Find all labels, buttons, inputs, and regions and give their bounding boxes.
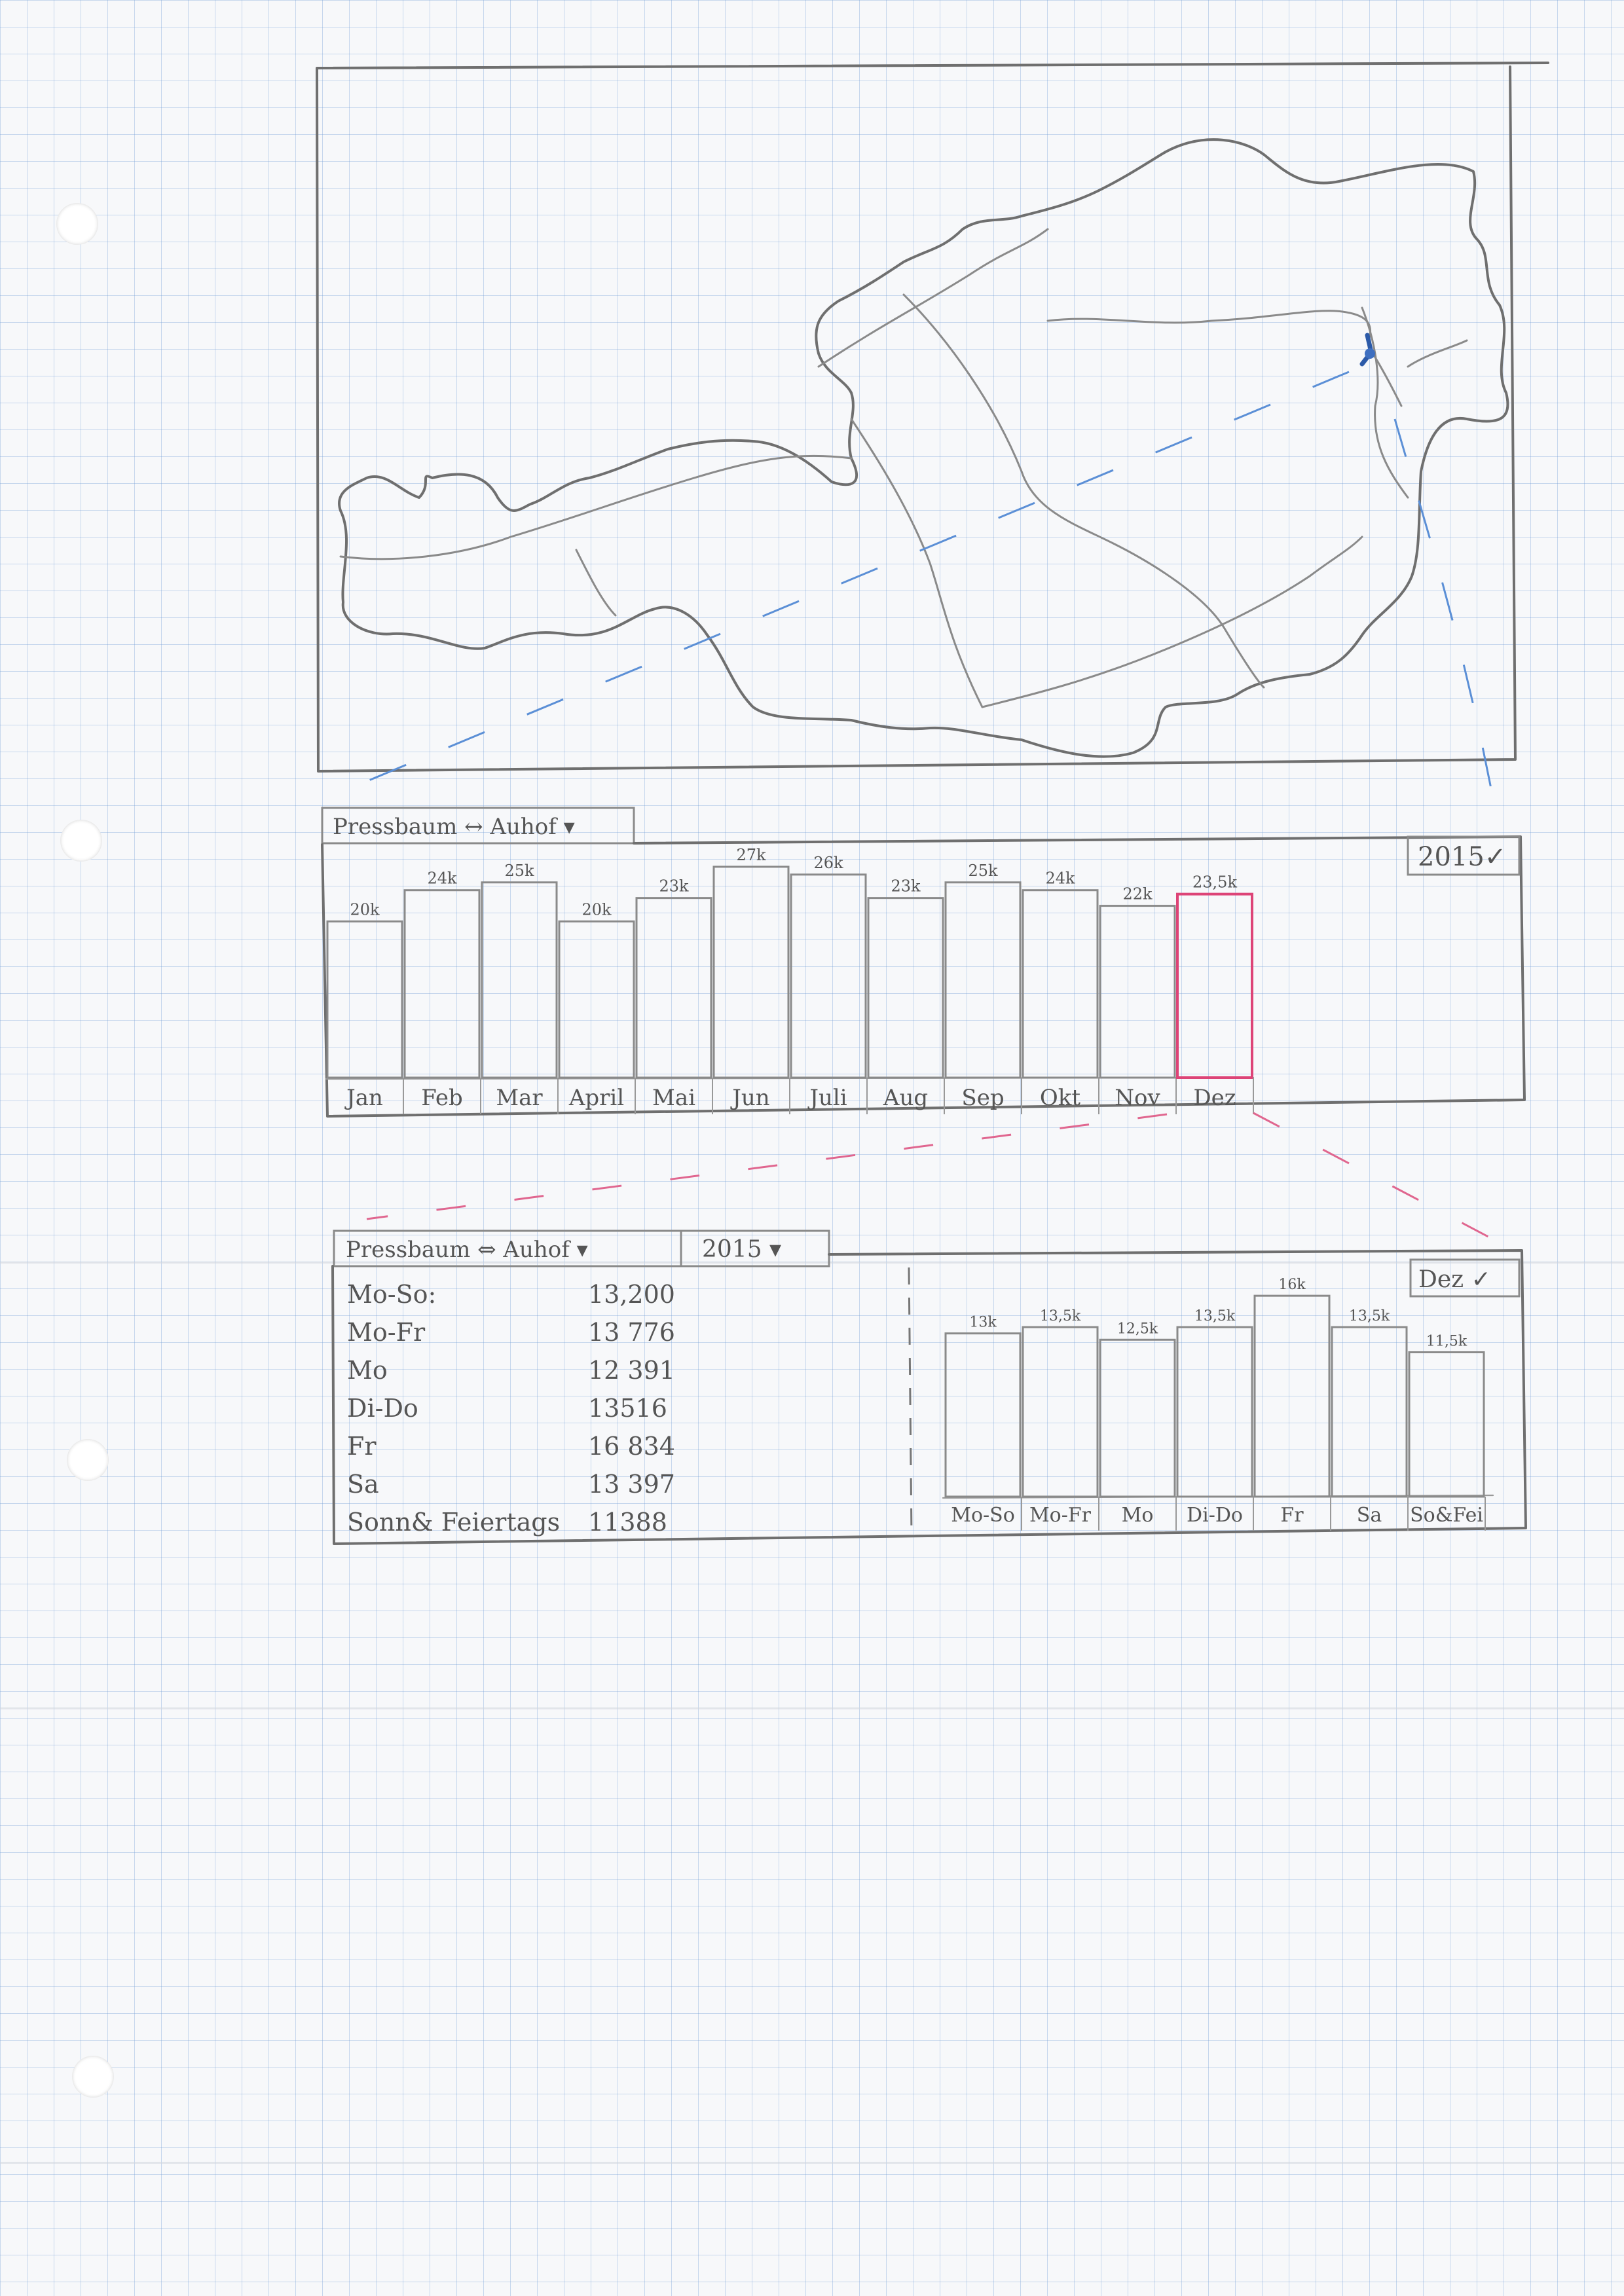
month-selector-label: Dez ✓ <box>1418 1266 1491 1293</box>
weekday-bar-value-label: 12,5k <box>1117 1321 1158 1337</box>
monthly-chart-frame <box>321 835 1526 1118</box>
weekday-tick-label: Di-Do <box>1187 1504 1243 1527</box>
zoom-connector <box>366 1113 1168 1220</box>
month-bar[interactable] <box>867 897 944 1079</box>
map-route-line <box>850 418 984 708</box>
month-tick-label: Aug <box>883 1085 928 1111</box>
month-tick-label: Dez <box>1193 1085 1236 1111</box>
weekday-bar[interactable] <box>1408 1351 1485 1498</box>
weekday-bar-value-label: 11,5k <box>1426 1333 1467 1349</box>
stats-row-label: Sonn& Feiertags <box>347 1508 560 1537</box>
month-tick-label: Mai <box>652 1085 695 1111</box>
map-route-line <box>575 549 617 617</box>
weekday-tick-label: Mo-Fr <box>1029 1504 1092 1527</box>
weekday-bar[interactable] <box>944 1332 1022 1498</box>
month-bar[interactable] <box>635 897 712 1079</box>
month-tick-label: Okt <box>1040 1085 1080 1111</box>
month-bar-value-label: 27k <box>736 846 766 864</box>
zoom-connector <box>1253 1112 1522 1256</box>
monthly-chart-panel: Pressbaum ↔ Auhof ▾ 2015✓ 20k Jan 24k Feb 25… <box>321 807 1526 1118</box>
stats-row-value: 13516 <box>588 1394 667 1423</box>
detail-panel-frame <box>331 1249 1527 1545</box>
month-tick-label: Juli <box>807 1085 847 1111</box>
year-selector-2-label: 2015 ▾ <box>702 1236 781 1263</box>
stats-row-label: Di-Do <box>347 1394 418 1423</box>
stats-row-value: 13 397 <box>588 1470 675 1499</box>
route-selector-1-label: Pressbaum ↔ Auhof ▾ <box>333 814 575 840</box>
weekday-tick-label: Mo <box>1122 1504 1154 1527</box>
map-route-line <box>1367 339 1468 407</box>
sketch-canvas: Pressbaum ↔ Auhof ▾ 2015✓ 20k Jan 24k Feb 25… <box>316 62 1549 1545</box>
year-selector-1-label: 2015✓ <box>1418 842 1506 872</box>
month-tick-label: Feb <box>421 1085 463 1111</box>
weekday-bar[interactable] <box>1176 1326 1253 1498</box>
map-route-line <box>339 454 853 560</box>
month-bar[interactable] <box>790 873 867 1079</box>
detail-divider <box>908 1267 913 1537</box>
month-tick-label: Sep <box>961 1085 1004 1111</box>
stats-row-value: 13,200 <box>588 1280 675 1309</box>
map-panel[interactable] <box>316 62 1549 799</box>
month-tick-label: Nov <box>1115 1085 1160 1111</box>
weekday-tick-label: Sa <box>1357 1504 1382 1527</box>
weekday-tick-label: Mo-So <box>951 1504 1015 1527</box>
map-to-chart-connector <box>1393 418 1494 799</box>
month-bar-value-label: 25k <box>504 862 534 880</box>
weekday-bar-value-label: 13,5k <box>1349 1308 1390 1324</box>
weekday-bars: 13k Mo-So 13,5k Mo-Fr 12,5k Mo 13,5k Di-Do 16k Fr… <box>944 1277 1486 1531</box>
month-bar-value-label: 24k <box>427 869 457 888</box>
stats-row-value: 16 834 <box>588 1432 675 1461</box>
month-bar[interactable] <box>944 881 1022 1079</box>
map-frame <box>316 62 1549 773</box>
monthly-bars: 20k Jan 24k Feb 25k Mar 20k April 23k Mai 27k Jun 26… <box>326 846 1254 1114</box>
month-tick-label: Mar <box>496 1085 543 1111</box>
weekday-bar-value-label: 13,5k <box>1040 1308 1081 1324</box>
month-bar[interactable] <box>558 920 635 1079</box>
map-route-line <box>1046 310 1372 342</box>
month-bar[interactable] <box>1099 905 1176 1079</box>
detail-panel: Pressbaum ⇔ Auhof ▾ 2015 ▾ Mo-So: 13,200M… <box>331 1230 1527 1545</box>
weekday-bar[interactable] <box>1253 1294 1331 1498</box>
stats-row-value: 11388 <box>588 1508 667 1537</box>
weekday-tick-label: So&Fei <box>1410 1504 1483 1527</box>
stats-row-label: Fr <box>347 1432 377 1461</box>
map-to-chart-connector <box>340 371 1350 793</box>
month-bar-value-label: 24k <box>1045 869 1075 888</box>
stats-row-label: Mo-Fr <box>347 1318 426 1347</box>
month-tick-label: Jun <box>730 1085 769 1111</box>
weekday-bar-value-label: 16k <box>1278 1277 1306 1293</box>
country-outline <box>338 138 1509 758</box>
stats-row-value: 12 391 <box>588 1356 675 1385</box>
weekday-bar[interactable] <box>1331 1326 1408 1498</box>
month-bar[interactable] <box>1022 889 1099 1079</box>
stats-row-label: Mo <box>347 1356 388 1385</box>
month-bar-value-label: 26k <box>813 854 843 872</box>
month-tick-label: Jan <box>344 1085 383 1111</box>
month-bar[interactable] <box>1176 892 1253 1080</box>
month-bar[interactable] <box>712 866 790 1079</box>
map-route-line <box>981 536 1363 708</box>
route-selector-2-label: Pressbaum ⇔ Auhof ▾ <box>346 1237 588 1263</box>
stats-row-value: 13 776 <box>588 1318 675 1347</box>
month-bar-value-label: 23k <box>891 877 921 896</box>
month-bar-value-label: 23,5k <box>1192 873 1237 892</box>
month-bar-value-label: 25k <box>968 862 998 880</box>
weekday-bar[interactable] <box>1022 1326 1099 1498</box>
month-bar[interactable] <box>403 889 481 1079</box>
map-route-line <box>902 293 1265 689</box>
weekday-bar-value-label: 13,5k <box>1194 1308 1236 1324</box>
weekday-bar[interactable] <box>1099 1338 1176 1498</box>
month-bar-value-label: 20k <box>350 900 380 919</box>
month-bar-value-label: 23k <box>659 877 689 896</box>
stats-row-label: Mo-So: <box>347 1280 436 1309</box>
weekday-tick-label: Fr <box>1280 1504 1304 1527</box>
month-bar-value-label: 22k <box>1122 885 1153 903</box>
month-bar[interactable] <box>326 920 403 1079</box>
stats-row-label: Sa <box>347 1470 379 1499</box>
weekday-bar-value-label: 13k <box>969 1315 997 1331</box>
month-bar[interactable] <box>481 881 558 1079</box>
month-tick-label: April <box>568 1085 624 1111</box>
stats-table: Mo-So: 13,200 Mo-Fr 13 776 Mo 12 391 Di-Do 1351… <box>347 1280 675 1537</box>
month-bar-value-label: 20k <box>581 900 612 919</box>
